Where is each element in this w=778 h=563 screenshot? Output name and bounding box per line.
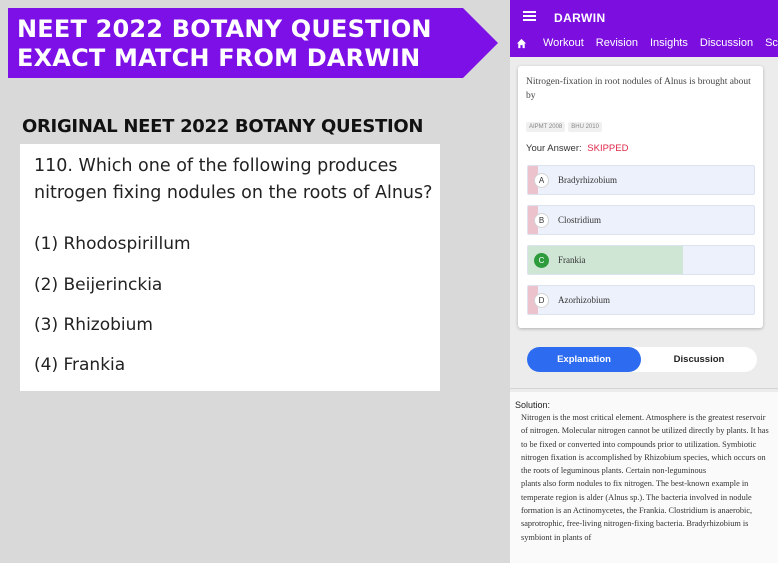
divider [510, 388, 778, 389]
your-answer-label: Your Answer: [526, 143, 582, 154]
solution-text: Nitrogen is the most critical element. A… [521, 413, 769, 542]
exam-tags: AIPMT 2008 BHU 2010 [526, 122, 605, 132]
nav-discussion[interactable]: Discussion [700, 37, 753, 49]
option-b[interactable]: B Clostridium [527, 205, 755, 235]
option-text: Bradyrhizobium [558, 175, 617, 185]
original-option-4: (4) Frankia [34, 355, 126, 375]
nav-more[interactable]: Sc [765, 37, 778, 49]
solution-panel: Solution: Nitrogen is the most critical … [510, 392, 778, 563]
tab-discussion[interactable]: Discussion [641, 347, 757, 372]
original-question-text: 110. Which one of the following produces… [34, 156, 433, 203]
original-option-2: (2) Beijerinckia [34, 275, 163, 295]
banner-text: NEET 2022 BOTANY QUESTION EXACT MATCH FR… [17, 15, 432, 73]
question-card: Nitrogen-fixation in root nodules of Aln… [518, 66, 763, 328]
option-letter: C [534, 253, 549, 268]
option-letter: A [534, 173, 549, 188]
your-answer: Your Answer: SKIPPED [526, 143, 628, 154]
nav-insights[interactable]: Insights [650, 37, 688, 49]
darwin-app: DARWIN Workout Revision Insights Discuss… [510, 0, 778, 563]
banner-line-2: EXACT MATCH FROM DARWIN [17, 44, 421, 72]
option-bar [528, 246, 683, 274]
original-option-3: (3) Rhizobium [34, 315, 153, 335]
title-banner: NEET 2022 BOTANY QUESTION EXACT MATCH FR… [8, 8, 498, 78]
nav-bar: Workout Revision Insights Discussion Sc [510, 33, 778, 53]
nav-workout[interactable]: Workout [543, 37, 584, 49]
app-title: DARWIN [554, 11, 606, 25]
option-d[interactable]: D Azorhizobium [527, 285, 755, 315]
question-text: Nitrogen-fixation in root nodules of Aln… [526, 77, 751, 101]
original-option-1: (1) Rhodospirillum [34, 234, 191, 254]
option-a[interactable]: A Bradyrhizobium [527, 165, 755, 195]
original-question-card: 110. Which one of the following produces… [20, 144, 440, 391]
option-c[interactable]: C Frankia [527, 245, 755, 275]
option-text: Azorhizobium [558, 295, 610, 305]
home-icon[interactable] [516, 38, 527, 49]
tag: AIPMT 2008 [526, 122, 566, 132]
your-answer-status: SKIPPED [587, 143, 629, 154]
app-header: DARWIN Workout Revision Insights Discuss… [510, 0, 778, 57]
hamburger-menu-icon[interactable] [523, 11, 536, 21]
solution-tabs: Explanation Discussion [527, 347, 757, 372]
nav-revision[interactable]: Revision [596, 37, 638, 49]
tag: BHU 2010 [568, 122, 602, 132]
solution-label: Solution: [515, 400, 551, 410]
tab-explanation[interactable]: Explanation [527, 347, 641, 372]
option-text: Clostridium [558, 215, 602, 225]
banner-line-1: NEET 2022 BOTANY QUESTION [17, 15, 432, 43]
original-question-heading: ORIGINAL NEET 2022 BOTANY QUESTION [22, 116, 424, 137]
option-letter: B [534, 213, 549, 228]
option-letter: D [534, 293, 549, 308]
option-text: Frankia [558, 255, 586, 265]
